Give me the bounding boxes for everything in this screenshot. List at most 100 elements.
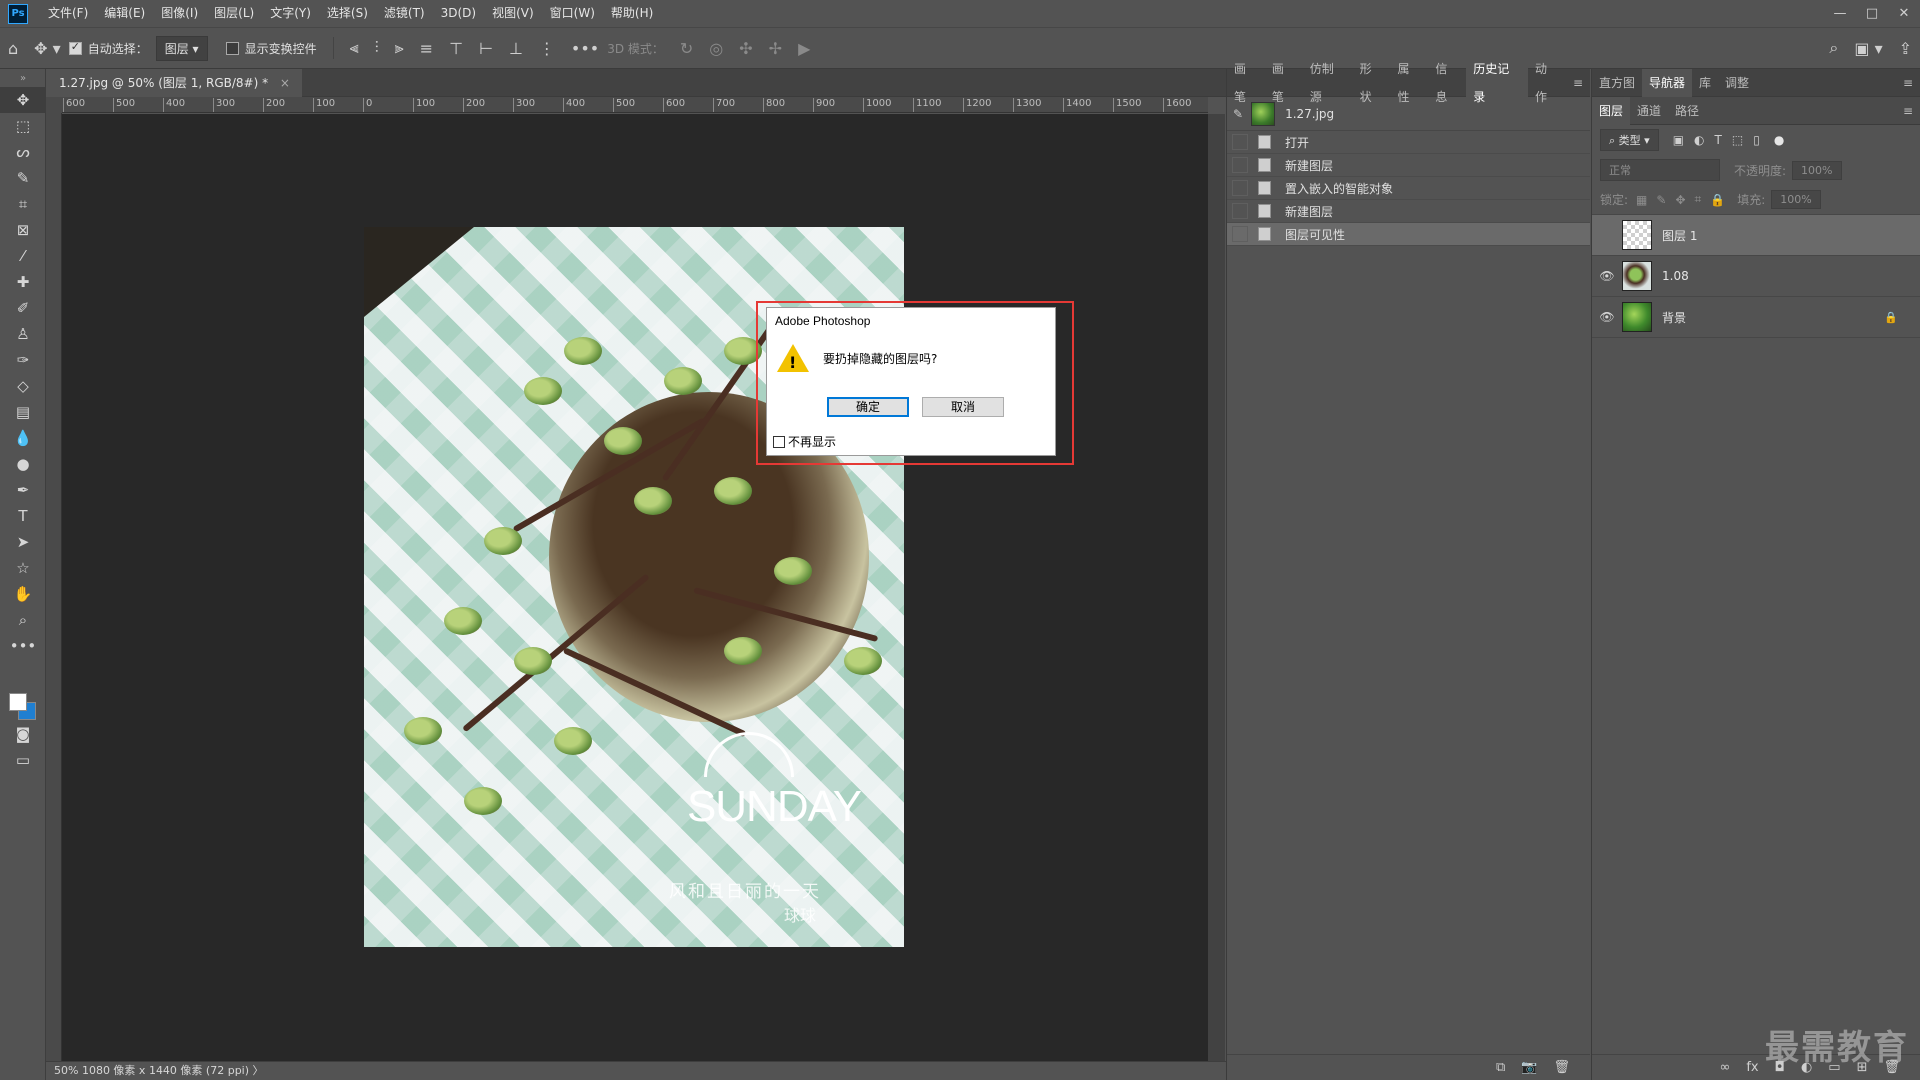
opacity-input[interactable]: 100% <box>1792 160 1842 180</box>
brush-tool-icon[interactable]: ✐ <box>0 295 46 321</box>
history-source-box[interactable] <box>1232 203 1248 219</box>
history-item[interactable]: 新建图层 <box>1227 154 1590 177</box>
blur-tool-icon[interactable]: 💧 <box>0 425 46 451</box>
distribute-icon[interactable]: ≡ <box>412 39 441 58</box>
move-tool-preset-icon[interactable]: ✥ ▾ <box>26 39 69 58</box>
tab-properties[interactable]: 属性 <box>1391 55 1429 111</box>
history-brush-tool-icon[interactable]: ✑ <box>0 347 46 373</box>
menu-window[interactable]: 窗口(W) <box>542 0 603 27</box>
fill-input[interactable]: 100% <box>1771 190 1821 209</box>
filter-adjustment-icon[interactable]: ◐ <box>1694 133 1704 147</box>
eye-icon[interactable]: 👁 <box>1592 269 1622 283</box>
canvas-scrollbar[interactable] <box>1208 114 1225 1062</box>
filter-toggle-icon[interactable]: ● <box>1774 133 1784 147</box>
document-tab[interactable]: 1.27.jpg @ 50% (图层 1, RGB/8#) * × <box>47 69 302 97</box>
history-item-selected[interactable]: 图层可见性 <box>1227 223 1590 246</box>
zoom-tool-icon[interactable]: ⌕ <box>0 607 46 633</box>
menu-type[interactable]: 文字(Y) <box>262 0 319 27</box>
move-tool-icon[interactable]: ✥ <box>0 87 46 113</box>
layer-filter-dropdown[interactable]: ⌕ 类型 ▾ <box>1600 129 1659 151</box>
dont-show-again-checkbox[interactable] <box>773 435 785 448</box>
quick-mask-icon[interactable]: ◙ <box>0 721 46 747</box>
orbit-3d-icon[interactable]: ↻ <box>672 39 701 58</box>
layers-menu-icon[interactable]: ≡ <box>1896 97 1920 125</box>
tab-actions[interactable]: 动作 <box>1528 55 1566 111</box>
panel-menu-icon[interactable]: ≡ <box>1896 69 1920 97</box>
menu-help[interactable]: 帮助(H) <box>603 0 661 27</box>
panel-menu-icon[interactable]: ≡ <box>1566 69 1590 97</box>
clone-stamp-tool-icon[interactable]: ♙ <box>0 321 46 347</box>
healing-tool-icon[interactable]: ✚ <box>0 269 46 295</box>
tab-info[interactable]: 信息 <box>1428 55 1466 111</box>
link-layers-icon[interactable]: ∞ <box>1720 1060 1731 1075</box>
lock-artboard-icon[interactable]: ⌗ <box>1695 192 1702 207</box>
align-center-icon[interactable]: ⫶ <box>367 38 387 58</box>
dont-show-again-option[interactable]: 不再显示 <box>773 433 836 450</box>
history-item[interactable]: 置入嵌入的智能对象 <box>1227 177 1590 200</box>
align-middle-icon[interactable]: ⊢ <box>471 39 501 58</box>
auto-select-dropdown[interactable]: 图层 ▾ <box>155 35 208 61</box>
roll-3d-icon[interactable]: ◎ <box>701 39 731 58</box>
minimize-button[interactable]: — <box>1824 6 1856 21</box>
ok-button[interactable]: 确定 <box>827 397 909 417</box>
collapse-toolbar-icon[interactable]: » <box>0 69 46 87</box>
cancel-button[interactable]: 取消 <box>922 397 1004 417</box>
menu-file[interactable]: 文件(F) <box>40 0 96 27</box>
eye-icon[interactable]: 👁 <box>1592 310 1622 324</box>
menu-filter[interactable]: 滤镜(T) <box>376 0 433 27</box>
align-right-icon[interactable]: ⫸ <box>387 38 412 58</box>
edit-toolbar-icon[interactable]: ••• <box>0 633 46 659</box>
close-window-button[interactable]: ✕ <box>1888 6 1920 21</box>
lock-all-icon[interactable]: 🔒 <box>1710 193 1725 207</box>
gradient-tool-icon[interactable]: ▤ <box>0 399 46 425</box>
eraser-tool-icon[interactable]: ◇ <box>0 373 46 399</box>
foreground-color-swatch[interactable] <box>9 693 27 711</box>
frame-tool-icon[interactable]: ⊠ <box>0 217 46 243</box>
history-source-box[interactable] <box>1232 180 1248 196</box>
align-bottom-icon[interactable]: ⊥ <box>501 39 531 58</box>
marquee-tool-icon[interactable]: ⬚ <box>0 113 46 139</box>
tab-shapes[interactable]: 形状 <box>1353 55 1391 111</box>
tab-layers[interactable]: 图层 <box>1592 96 1631 125</box>
align-left-icon[interactable]: ⫷ <box>342 38 367 58</box>
history-source-box[interactable] <box>1232 157 1248 173</box>
new-document-from-state-icon[interactable]: ⧉ <box>1496 1060 1505 1075</box>
drag-3d-icon[interactable]: ✣ <box>731 39 760 58</box>
filter-type-icon[interactable]: T <box>1715 133 1722 147</box>
slide-3d-icon[interactable]: ✢ <box>761 39 790 58</box>
menu-select[interactable]: 选择(S) <box>319 0 376 27</box>
new-snapshot-icon[interactable]: 📷 <box>1521 1060 1537 1075</box>
history-source-box[interactable] <box>1232 134 1248 150</box>
share-icon[interactable]: ⇪ <box>1891 39 1920 58</box>
tab-libraries[interactable]: 库 <box>1692 69 1718 97</box>
history-item[interactable]: 新建图层 <box>1227 200 1590 223</box>
camera-3d-icon[interactable]: ▶ <box>790 39 818 58</box>
menu-layer[interactable]: 图层(L) <box>206 0 262 27</box>
pen-tool-icon[interactable]: ✒ <box>0 477 46 503</box>
filter-pixel-icon[interactable]: ▣ <box>1673 133 1684 147</box>
delete-state-icon[interactable]: 🗑 <box>1553 1060 1570 1075</box>
tab-paths[interactable]: 路径 <box>1668 97 1706 125</box>
align-top-icon[interactable]: ⊤ <box>441 39 471 58</box>
workspace-icon[interactable]: ▣ ▾ <box>1846 39 1890 58</box>
eyedropper-tool-icon[interactable]: ⁄ <box>0 243 46 269</box>
tab-navigator[interactable]: 导航器 <box>1642 68 1693 97</box>
search-icon[interactable]: ⌕ <box>1821 38 1846 58</box>
menu-view[interactable]: 视图(V) <box>484 0 542 27</box>
path-select-tool-icon[interactable]: ➤ <box>0 529 46 555</box>
filter-smart-object-icon[interactable]: ▯ <box>1753 133 1760 147</box>
crop-tool-icon[interactable]: ⌗ <box>0 191 46 217</box>
blend-mode-dropdown[interactable]: 正常 <box>1600 159 1720 181</box>
tab-histogram[interactable]: 直方图 <box>1592 69 1642 97</box>
shape-tool-icon[interactable]: ☆ <box>0 555 46 581</box>
lock-image-icon[interactable]: ✎ <box>1656 193 1666 207</box>
type-tool-icon[interactable]: T <box>0 503 46 529</box>
layer-row[interactable]: 图层 1 <box>1592 215 1920 256</box>
menu-image[interactable]: 图像(I) <box>153 0 206 27</box>
auto-select-checkbox[interactable] <box>68 40 82 55</box>
quick-select-tool-icon[interactable]: ✎ <box>0 165 46 191</box>
tab-channels[interactable]: 通道 <box>1630 97 1668 125</box>
home-icon[interactable]: ⌂ <box>0 39 26 58</box>
layer-row[interactable]: 👁 背景 🔒 <box>1592 297 1920 338</box>
lock-position-icon[interactable]: ✥ <box>1675 193 1685 207</box>
